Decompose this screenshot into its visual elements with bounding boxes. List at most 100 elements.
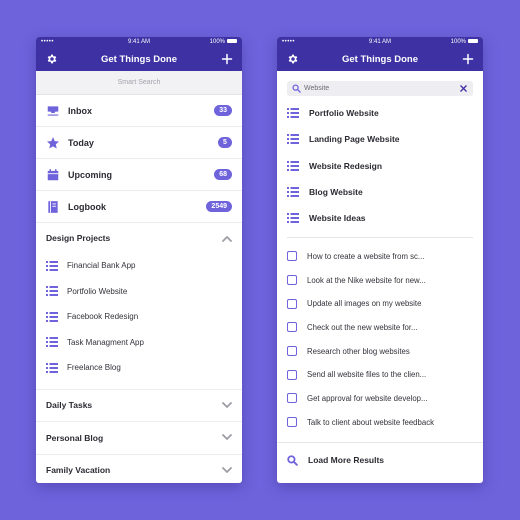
task-checkbox[interactable]: [287, 298, 297, 309]
chevron-down-icon[interactable]: [222, 466, 232, 474]
task-checkbox[interactable]: [287, 393, 297, 404]
task-result-item[interactable]: Talk to client about website feedback: [277, 410, 483, 434]
project-label: Facebook Redesign: [67, 312, 139, 322]
chevron-up-icon[interactable]: [222, 235, 232, 242]
project-item[interactable]: Portfolio Website: [36, 279, 242, 305]
project-label: Financial Bank App: [67, 261, 136, 271]
project-label: Freelance Blog: [67, 363, 121, 373]
app-title: Get Things Done: [101, 54, 177, 65]
list-result-label: Website Redesign: [309, 160, 383, 171]
project-item[interactable]: Task Managment App: [36, 330, 242, 356]
battery-icon: [227, 39, 237, 44]
task-label: Send all website files to the clien...: [307, 370, 427, 380]
sidebar-item-upcoming[interactable]: Upcoming 68: [36, 159, 242, 191]
list-icon: [46, 311, 58, 322]
smart-search-bar[interactable]: Smart Search: [36, 71, 242, 95]
load-more-button[interactable]: Load More Results: [277, 441, 483, 478]
sidebar-item-today[interactable]: Today 5: [36, 127, 242, 159]
section-header-family-vacation[interactable]: Family Vacation: [36, 453, 242, 484]
list-result-item[interactable]: Portfolio Website: [277, 100, 483, 126]
task-checkbox[interactable]: [287, 275, 297, 286]
list-result-label: Portfolio Website: [309, 108, 379, 119]
project-item[interactable]: Facebook Redesign: [36, 304, 242, 330]
battery-icon: [468, 39, 478, 44]
chevron-down-icon[interactable]: [222, 401, 232, 409]
task-result-item[interactable]: How to create a website from sc...: [277, 244, 483, 268]
task-label: Check out the new website for...: [307, 322, 418, 332]
star-icon: [47, 136, 59, 149]
project-label: Task Managment App: [67, 337, 144, 347]
battery-percent: 100%: [209, 39, 225, 45]
section-title: Daily Tasks: [46, 400, 93, 411]
task-result-item[interactable]: Get approval for website develop...: [277, 387, 483, 411]
sidebar-item-logbook[interactable]: Logbook 2549: [36, 191, 242, 223]
count-badge: 2549: [206, 201, 232, 212]
section-title: Design Projects: [46, 233, 111, 243]
left-screen: ••••• 9:41 AM 100% Get Things Done Smart…: [36, 37, 242, 483]
divider: [287, 237, 473, 239]
app-header: Get Things Done: [277, 48, 483, 71]
task-label: How to create a website from sc...: [307, 251, 425, 261]
task-label: Get approval for website develop...: [307, 393, 428, 403]
section-header-daily-tasks[interactable]: Daily Tasks: [36, 388, 242, 422]
task-checkbox[interactable]: [287, 346, 297, 357]
list-icon: [287, 213, 299, 224]
list-result-item[interactable]: Website Ideas: [277, 205, 483, 231]
list-icon: [46, 260, 58, 271]
count-badge: 5: [218, 137, 232, 148]
load-more-label: Load More Results: [308, 455, 385, 466]
list-result-item[interactable]: Landing Page Website: [277, 126, 483, 152]
close-icon[interactable]: [460, 85, 467, 92]
battery-indicator: 100%: [210, 39, 237, 45]
section-header-design-projects[interactable]: Design Projects: [36, 223, 242, 253]
task-result-item[interactable]: Check out the new website for...: [277, 316, 483, 340]
task-label: Talk to client about website feedback: [307, 417, 434, 427]
task-checkbox[interactable]: [287, 251, 297, 262]
task-result-item[interactable]: Update all images on my website: [277, 292, 483, 316]
task-result-item[interactable]: Look at the Nike website for new...: [277, 268, 483, 292]
list-result-item[interactable]: Blog Website: [277, 179, 483, 205]
app-title: Get Things Done: [342, 54, 418, 65]
project-label: Portfolio Website: [67, 286, 128, 296]
sidebar-item-label: Upcoming: [68, 169, 112, 180]
inbox-tray-icon: [47, 105, 59, 116]
task-result-item[interactable]: Send all website files to the clien...: [277, 363, 483, 387]
search-input[interactable]: Website: [287, 81, 473, 96]
right-screen: ••••• 9:41 AM 100% Get Things Done Websi…: [277, 37, 483, 483]
gear-icon[interactable]: [287, 53, 299, 65]
plus-icon[interactable]: [221, 53, 233, 65]
status-bar: ••••• 9:41 AM 100%: [36, 37, 242, 48]
sidebar-item-inbox[interactable]: Inbox 33: [36, 95, 242, 127]
list-result-label: Landing Page Website: [309, 134, 400, 145]
list-icon: [46, 286, 58, 297]
plus-icon[interactable]: [462, 53, 474, 65]
list-icon: [287, 160, 299, 171]
task-checkbox[interactable]: [287, 369, 297, 380]
search-container: Website: [277, 71, 483, 100]
task-label: Look at the Nike website for new...: [307, 275, 426, 285]
task-checkbox[interactable]: [287, 322, 297, 333]
count-badge: 33: [214, 105, 232, 116]
sidebar-item-label: Inbox: [68, 105, 92, 116]
battery-percent: 100%: [450, 39, 466, 45]
search-value: Website: [304, 85, 330, 92]
list-icon: [46, 362, 58, 373]
search-icon: [292, 84, 301, 93]
task-checkbox[interactable]: [287, 417, 297, 428]
section-title: Family Vacation: [46, 465, 111, 476]
project-item[interactable]: Financial Bank App: [36, 253, 242, 279]
chevron-down-icon[interactable]: [222, 434, 232, 441]
section-header-personal-blog[interactable]: Personal Blog: [36, 421, 242, 454]
sidebar-item-label: Today: [68, 137, 94, 148]
project-item[interactable]: Freelance Blog: [36, 355, 242, 381]
list-icon: [287, 134, 299, 145]
list-icon: [287, 108, 299, 119]
task-result-item[interactable]: Research other blog websites: [277, 339, 483, 363]
smart-search-placeholder: Smart Search: [117, 79, 161, 86]
list-result-item[interactable]: Website Redesign: [277, 153, 483, 179]
list-icon: [287, 187, 299, 198]
section-title: Personal Blog: [46, 432, 104, 443]
sidebar-item-label: Logbook: [68, 201, 106, 212]
gear-icon[interactable]: [46, 53, 58, 65]
